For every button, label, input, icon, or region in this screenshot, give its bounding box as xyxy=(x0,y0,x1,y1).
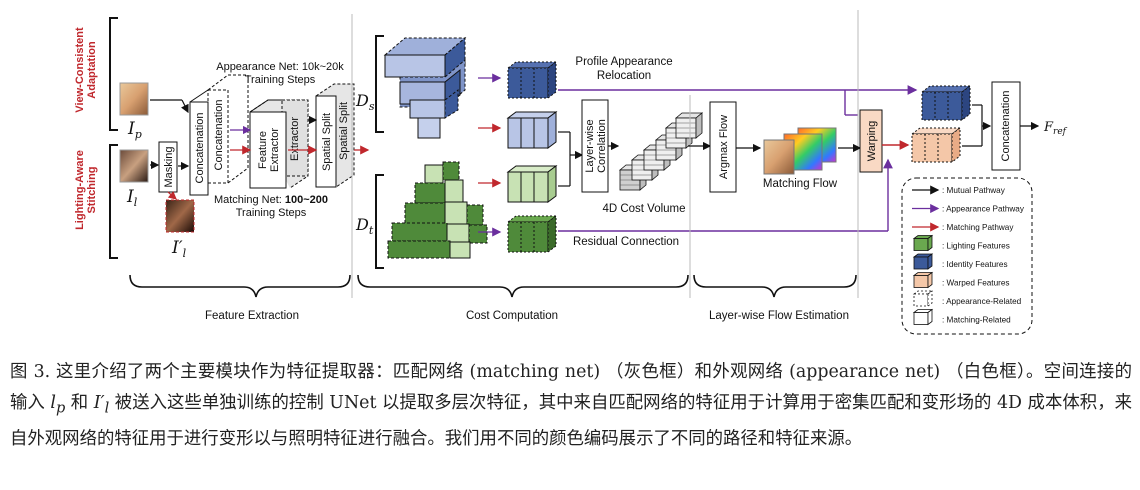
svg-text:Spatial Split: Spatial Split xyxy=(321,113,333,171)
legend-cube xyxy=(927,290,933,307)
section-cost-computation: Cost Computation xyxy=(466,310,558,322)
legend-cube xyxy=(927,271,933,289)
legend-label: : Matching Pathway xyxy=(942,223,1014,232)
legend-label: : Matching-Related xyxy=(942,316,1011,325)
cost-volume-cube xyxy=(695,112,703,139)
cube-lighting-mid xyxy=(506,165,558,203)
svg-text:Concatenation: Concatenation xyxy=(194,113,206,184)
legend-label: : Appearance-Related xyxy=(942,297,1022,306)
legend-label: : Identity Features xyxy=(942,260,1008,269)
legend-cube xyxy=(927,234,933,252)
legend-cube xyxy=(927,253,933,270)
label-dt: Dt xyxy=(355,215,374,237)
bracket-top xyxy=(109,17,118,131)
legend-label: : Mutual Pathway xyxy=(942,186,1006,195)
portrait-il xyxy=(119,149,149,183)
svg-text:Extractor: Extractor xyxy=(289,117,301,161)
label-il-prime: I′l xyxy=(171,238,187,260)
section-feature-extraction: Feature Extraction xyxy=(205,310,299,322)
caption-math1: lp xyxy=(50,393,66,417)
legend-label: : Lighting Features xyxy=(942,242,1010,251)
cube-warped-output xyxy=(910,127,962,163)
ds-feature-pyramid xyxy=(383,36,467,139)
method-figure: View-ConsistentAdaptation Lighting-Aware… xyxy=(0,0,1140,345)
side-label-top: View-ConsistentAdaptation xyxy=(74,27,98,113)
legend-cube xyxy=(913,256,929,270)
portrait-ip xyxy=(119,82,149,116)
legend-cube xyxy=(927,308,933,326)
legend-cube xyxy=(913,238,929,251)
cost-volume-label: 4D Cost Volume xyxy=(602,203,685,215)
cube-identity-mid xyxy=(506,111,558,149)
svg-text:Warping: Warping xyxy=(866,121,878,162)
cube-identity-output xyxy=(920,85,972,121)
svg-text:Spatial Split: Spatial Split xyxy=(338,102,350,160)
spatial-split-block: Spatial Split Spatial Split xyxy=(315,83,355,188)
concat-block: Concatenation Concatenation xyxy=(189,74,249,196)
feature-extractor-block: Extractor FeatureExtractor xyxy=(249,99,309,189)
svg-text:View-ConsistentAdaptation: View-ConsistentAdaptation xyxy=(74,27,98,113)
bracket-bottom xyxy=(109,144,118,259)
svg-text:Lighting-AwareStitching: Lighting-AwareStitching xyxy=(74,150,98,230)
svg-text:Concatenation: Concatenation xyxy=(213,100,225,171)
matching-net-label: Matching Net: 100~200 Training Steps xyxy=(214,194,328,219)
profile-relocation-label: Profile Appearance Relocation xyxy=(575,56,672,82)
matching-flow-images xyxy=(763,127,837,175)
svg-text:Layer-wiseCorrelation: Layer-wiseCorrelation xyxy=(584,119,608,173)
caption-seg3: 被送入这些单独训练的控制 UNet 以提取多层次特征，其中来自匹配网络的特征用于… xyxy=(10,393,1133,450)
legend-label: : Appearance Pathway xyxy=(942,205,1025,214)
dt-feature-pyramid xyxy=(387,161,488,259)
caption-math2: I′l xyxy=(93,393,110,417)
portrait-il-prime xyxy=(165,199,195,233)
figure-caption: 图 3. 这里介绍了两个主要模块作为特征提取器：匹配网络 (matching n… xyxy=(10,357,1132,455)
side-label-bottom: Lighting-AwareStitching xyxy=(74,150,98,230)
svg-text:Masking: Masking xyxy=(163,147,175,188)
legend-cube xyxy=(913,293,929,307)
cube-lighting-bottom xyxy=(506,215,558,253)
svg-text:FeatureExtractor: FeatureExtractor xyxy=(257,128,281,172)
svg-text:Argmax Flow: Argmax Flow xyxy=(718,115,730,179)
residual-label: Residual Connection xyxy=(573,236,679,248)
section-flow-estimation: Layer-wise Flow Estimation xyxy=(709,310,849,322)
label-fref: Fref xyxy=(1043,120,1068,137)
matching-flow-label: Matching Flow xyxy=(763,178,838,190)
svg-text:Concatenation: Concatenation xyxy=(1000,91,1012,162)
label-ip: Ip xyxy=(127,119,142,141)
legend-cube xyxy=(913,275,929,288)
label-il: Il xyxy=(126,187,138,209)
label-ds: Ds xyxy=(355,91,375,113)
caption-seg2: 和 xyxy=(65,393,94,413)
legend-label: : Warped Features xyxy=(942,279,1010,288)
cube-identity-top xyxy=(506,61,558,99)
legend-cube xyxy=(913,312,929,325)
